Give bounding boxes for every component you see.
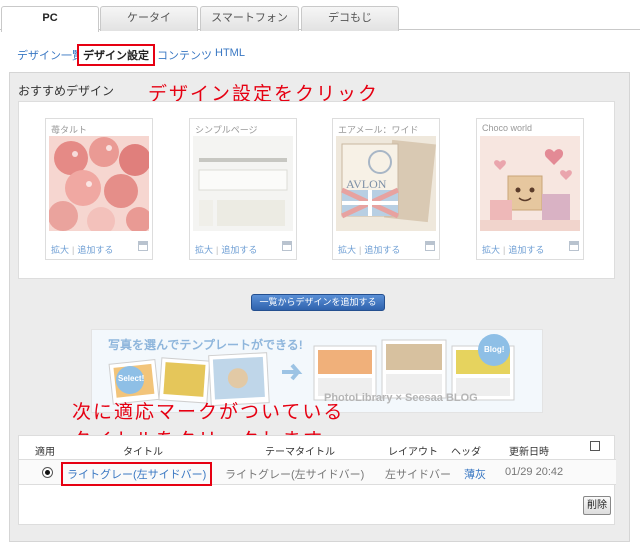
annotation-bottom-line1: 次に適応マークがついている bbox=[72, 401, 345, 423]
add-link[interactable]: 追加する bbox=[508, 245, 544, 255]
layout-icon bbox=[138, 241, 148, 251]
add-link[interactable]: 追加する bbox=[221, 245, 257, 255]
nav-contents[interactable]: コンテンツ bbox=[157, 47, 212, 63]
design-panel: おすすめデザイン デザイン設定をクリック 苺タルト 拡大 | 追加する シンプル… bbox=[9, 72, 630, 542]
tab-mobile[interactable]: ケータイ bbox=[100, 6, 198, 31]
col-title: タイトル bbox=[123, 447, 163, 458]
col-updated: 更新日時 bbox=[509, 447, 549, 458]
recommended-title: おすすめデザイン bbox=[18, 84, 115, 98]
nav-design-list[interactable]: デザイン一覧 bbox=[17, 47, 77, 63]
layout-icon bbox=[569, 241, 579, 251]
design-card[interactable]: 苺タルト 拡大 | 追加する bbox=[45, 118, 153, 260]
blog-badge: Blog! bbox=[484, 345, 505, 354]
apply-radio[interactable] bbox=[42, 467, 53, 478]
enlarge-link[interactable]: 拡大 bbox=[338, 245, 356, 255]
add-link[interactable]: 追加する bbox=[77, 245, 113, 255]
design-thumbnail[interactable] bbox=[49, 136, 149, 231]
table-row: ライトグレー(左サイドバー) ライトグレー(左サイドバー) 左サイドバー 薄灰 … bbox=[19, 459, 616, 486]
card-links: 拡大 | 追加する bbox=[338, 245, 401, 255]
enlarge-link[interactable]: 拡大 bbox=[482, 245, 500, 255]
layout-icon bbox=[425, 241, 435, 251]
design-thumbnail[interactable] bbox=[193, 136, 293, 231]
delete-button[interactable]: 削除 bbox=[583, 496, 611, 515]
col-theme-title: テーマタイトル bbox=[265, 447, 335, 458]
design-title-link[interactable]: ライトグレー(左サイドバー) bbox=[61, 462, 213, 486]
design-thumbnail[interactable] bbox=[480, 136, 580, 231]
layout-cell: 左サイドバー bbox=[385, 469, 451, 481]
design-name: シンプルページ bbox=[195, 125, 258, 135]
recommended-designs: 苺タルト 拡大 | 追加する シンプルページ 拡大 | 追加する エアメール：ワ… bbox=[18, 101, 615, 279]
add-link[interactable]: 追加する bbox=[364, 245, 400, 255]
col-header: ヘッダ bbox=[451, 447, 481, 458]
design-card[interactable]: シンプルページ 拡大 | 追加する bbox=[189, 118, 297, 260]
design-table: 適用 タイトル テーマタイトル レイアウト ヘッダ 更新日時 ライトグレー(左サ… bbox=[18, 435, 616, 525]
select-badge: Select! bbox=[118, 374, 145, 383]
card-links: 拡大 | 追加する bbox=[482, 245, 545, 255]
enlarge-link[interactable]: 拡大 bbox=[51, 245, 69, 255]
col-layout: レイアウト bbox=[388, 447, 438, 458]
design-card[interactable]: Choco world 拡大 | 追加する bbox=[476, 118, 584, 260]
add-from-list-button[interactable]: 一覧からデザインを追加する bbox=[251, 294, 385, 311]
design-name: エアメール：ワイド bbox=[338, 125, 419, 135]
device-tabbar: PC ケータイ スマートフォン デコもじ bbox=[0, 0, 640, 32]
design-name: 苺タルト bbox=[51, 125, 88, 135]
sub-navigation: デザイン一覧 デザイン設定 コンテンツ HTML bbox=[0, 40, 640, 66]
col-apply: 適用 bbox=[35, 447, 55, 458]
design-card[interactable]: エアメール：ワイド AVLON 拡大 | 追加する bbox=[332, 118, 440, 260]
svg-text:AVLON: AVLON bbox=[346, 177, 387, 191]
design-name: Choco world bbox=[482, 123, 533, 133]
design-thumbnail[interactable]: AVLON bbox=[336, 136, 436, 231]
banner-logo: PhotoLibrary × Seesaa BLOG bbox=[324, 392, 478, 404]
updated-cell: 01/29 20:42 bbox=[505, 466, 564, 478]
tab-smartphone[interactable]: スマートフォン bbox=[200, 6, 299, 31]
tab-decomoji[interactable]: デコもじ bbox=[301, 6, 399, 31]
banner-headline: 写真を選んでテンプレートができる! bbox=[108, 338, 303, 352]
card-links: 拡大 | 追加する bbox=[51, 245, 114, 255]
layout-icon bbox=[282, 241, 292, 251]
enlarge-link[interactable]: 拡大 bbox=[195, 245, 213, 255]
nav-design-settings[interactable]: デザイン設定 bbox=[77, 44, 155, 66]
card-links: 拡大 | 追加する bbox=[195, 245, 258, 255]
select-all-checkbox[interactable] bbox=[590, 441, 600, 451]
nav-html[interactable]: HTML bbox=[215, 47, 245, 59]
tab-pc[interactable]: PC bbox=[1, 6, 99, 32]
theme-title-cell: ライトグレー(左サイドバー) bbox=[225, 469, 365, 481]
header-link[interactable]: 薄灰 bbox=[464, 466, 486, 482]
